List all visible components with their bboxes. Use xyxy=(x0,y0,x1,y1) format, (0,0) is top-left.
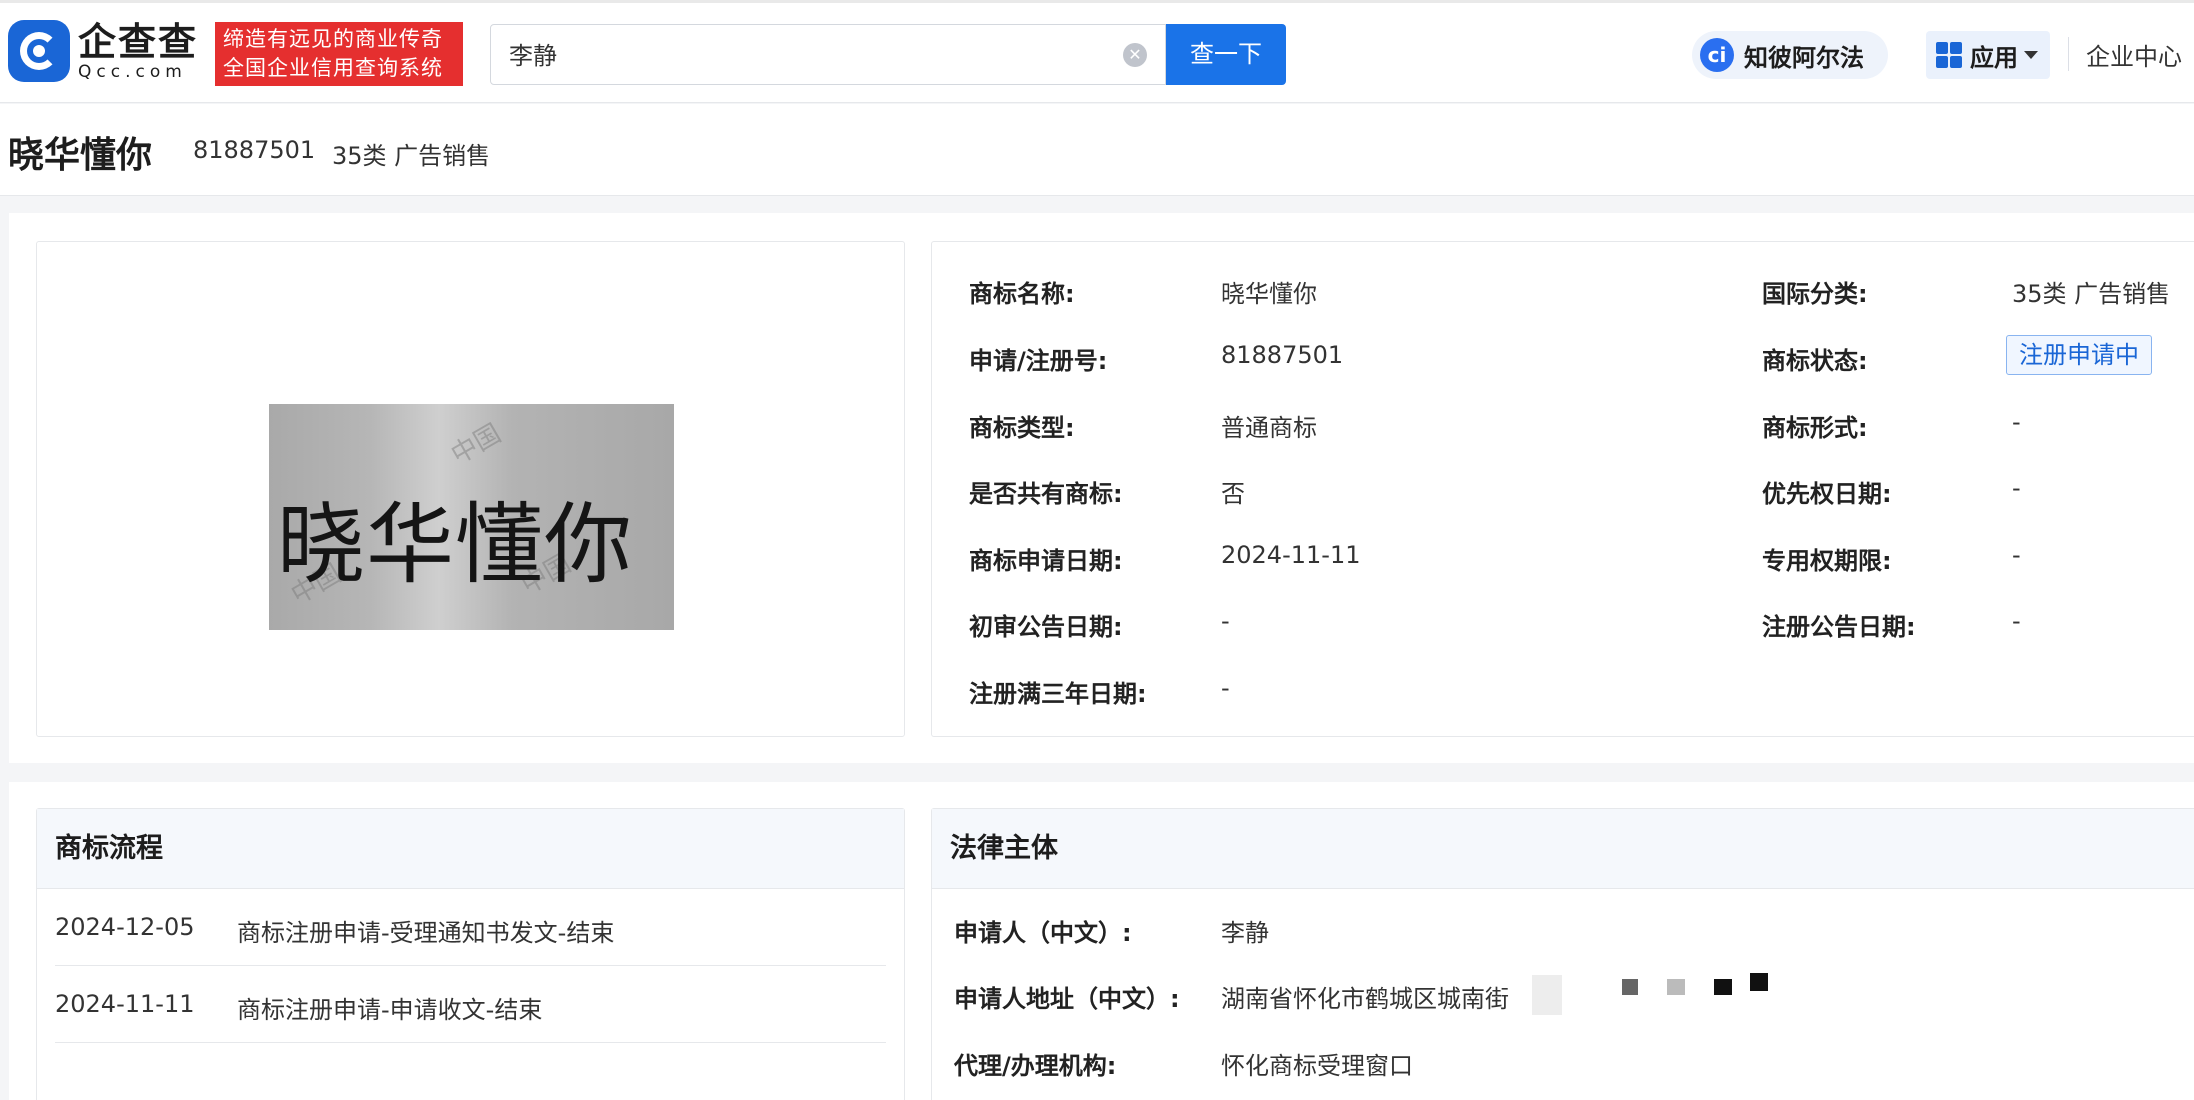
info-value: 81887501 xyxy=(1221,341,1344,369)
info-value: 2024-11-11 xyxy=(1221,541,1361,569)
info-label: 注册满三年日期: xyxy=(969,680,1147,708)
redaction-block xyxy=(1714,979,1732,995)
info-value: - xyxy=(2012,607,2021,635)
legal-value: 湖南省怀化市鹤城区城南街 xyxy=(1221,985,1509,1013)
flow-desc: 商标注册申请-受理通知书发文-结束 xyxy=(237,919,615,947)
legal-label: 代理/办理机构: xyxy=(954,1052,1117,1080)
legal-label: 申请人（中文）: xyxy=(954,919,1132,947)
info-label: 是否共有商标: xyxy=(969,480,1123,508)
search-box: ✕ xyxy=(490,24,1166,85)
title-reg-number: 81887501 xyxy=(193,136,316,164)
header-divider xyxy=(2068,37,2069,71)
caret-down-icon xyxy=(2024,51,2038,59)
apps-label: 应用 xyxy=(1970,43,2018,72)
trademark-image-card: 中国 中国 中国 晓华懂你 xyxy=(36,241,905,737)
legal-entity-card: 法律主体 申请人（中文）: 李静 申请人地址（中文）: 湖南省怀化市鹤城区城南街… xyxy=(931,808,2194,1100)
trademark-flow-card: 商标流程 2024-12-05 商标注册申请-受理通知书发文-结束 2024-1… xyxy=(36,808,905,1100)
redaction-block xyxy=(1750,973,1768,991)
legal-value: 李静 xyxy=(1221,919,1269,947)
info-value: 否 xyxy=(1221,480,1245,508)
qcc-logo[interactable]: 企查查 Qcc.com xyxy=(8,20,204,82)
flow-row: 2024-12-05 商标注册申请-受理通知书发文-结束 xyxy=(55,889,886,966)
details-panel: 商标流程 2024-12-05 商标注册申请-受理通知书发文-结束 2024-1… xyxy=(9,782,2194,1100)
trademark-image[interactable]: 中国 中国 中国 晓华懂你 xyxy=(269,404,674,630)
flow-card-title: 商标流程 xyxy=(37,809,904,889)
legal-value: 怀化商标受理窗口 xyxy=(1221,1052,1413,1080)
trademark-info-card: 商标名称: 晓华懂你 国际分类: 35类 广告销售 申请/注册号: 818875… xyxy=(931,241,2194,737)
info-label: 初审公告日期: xyxy=(969,613,1123,641)
ai-logo-icon: ci xyxy=(1700,38,1734,72)
flow-date: 2024-11-11 xyxy=(55,990,195,1018)
info-value: - xyxy=(2012,474,2021,502)
slogan-banner: 缔造有远见的商业传奇 全国企业信用查询系统 xyxy=(215,22,463,86)
info-label: 商标形式: xyxy=(1762,414,1868,442)
info-label: 商标类型: xyxy=(969,414,1075,442)
trademark-overview-panel: 中国 中国 中国 晓华懂你 商标名称: 晓华懂你 国际分类: 35类 广告销售 … xyxy=(9,213,2194,763)
slogan-line-2: 全国企业信用查询系统 xyxy=(223,56,443,80)
slogan-line-1: 缔造有远见的商业传奇 xyxy=(223,27,443,51)
watermark-text: 中国 xyxy=(446,418,507,471)
redaction-block xyxy=(1532,975,1562,1015)
search-button[interactable]: 查一下 xyxy=(1166,24,1286,85)
info-value: 晓华懂你 xyxy=(1221,280,1317,308)
flow-row: 2024-11-11 商标注册申请-申请收文-结束 xyxy=(55,966,886,1043)
top-header: 企查查 Qcc.com 缔造有远见的商业传奇 全国企业信用查询系统 ✕ 查一下 … xyxy=(0,0,2194,103)
info-value: 普通商标 xyxy=(1221,414,1317,442)
info-label: 商标名称: xyxy=(969,280,1075,308)
info-label: 注册公告日期: xyxy=(1762,613,1916,641)
flow-date: 2024-12-05 xyxy=(55,913,195,941)
logo-cn-text: 企查查 xyxy=(78,20,199,64)
info-value: 35类 广告销售 xyxy=(2012,280,2171,308)
info-label: 申请/注册号: xyxy=(969,347,1108,375)
search-input[interactable] xyxy=(509,39,1089,67)
info-value: - xyxy=(2012,408,2021,436)
info-label: 专用权期限: xyxy=(1762,547,1892,575)
trademark-title-bar: 晓华懂你 81887501 35类 广告销售 xyxy=(0,104,2194,196)
info-label: 商标状态: xyxy=(1762,347,1868,375)
info-label: 商标申请日期: xyxy=(969,547,1123,575)
grid-icon xyxy=(1936,42,1962,68)
trademark-image-text: 晓华懂你 xyxy=(277,493,634,596)
legal-card-title: 法律主体 xyxy=(932,809,2194,889)
ai-assistant-button[interactable]: ci 知彼阿尔法 xyxy=(1692,31,1888,79)
legal-label: 申请人地址（中文）: xyxy=(954,985,1180,1013)
enterprise-center-link[interactable]: 企业中心 xyxy=(2086,37,2182,72)
info-value: - xyxy=(2012,541,2021,569)
info-value: - xyxy=(1221,674,1230,702)
ai-assistant-label: 知彼阿尔法 xyxy=(1744,43,1864,72)
info-label: 优先权日期: xyxy=(1762,480,1892,508)
clear-icon[interactable]: ✕ xyxy=(1123,43,1147,67)
logo-en-text: Qcc.com xyxy=(78,62,187,82)
apps-menu-button[interactable]: 应用 xyxy=(1926,31,2050,79)
page-title: 晓华懂你 xyxy=(8,135,153,176)
redaction-block xyxy=(1667,979,1685,995)
redaction-block xyxy=(1622,979,1638,995)
flow-desc: 商标注册申请-申请收文-结束 xyxy=(237,996,543,1024)
title-class: 35类 广告销售 xyxy=(332,142,491,170)
info-value: - xyxy=(1221,607,1230,635)
status-badge: 注册申请中 xyxy=(2006,335,2152,375)
info-label: 国际分类: xyxy=(1762,280,1868,308)
qcc-logo-icon xyxy=(8,20,70,82)
